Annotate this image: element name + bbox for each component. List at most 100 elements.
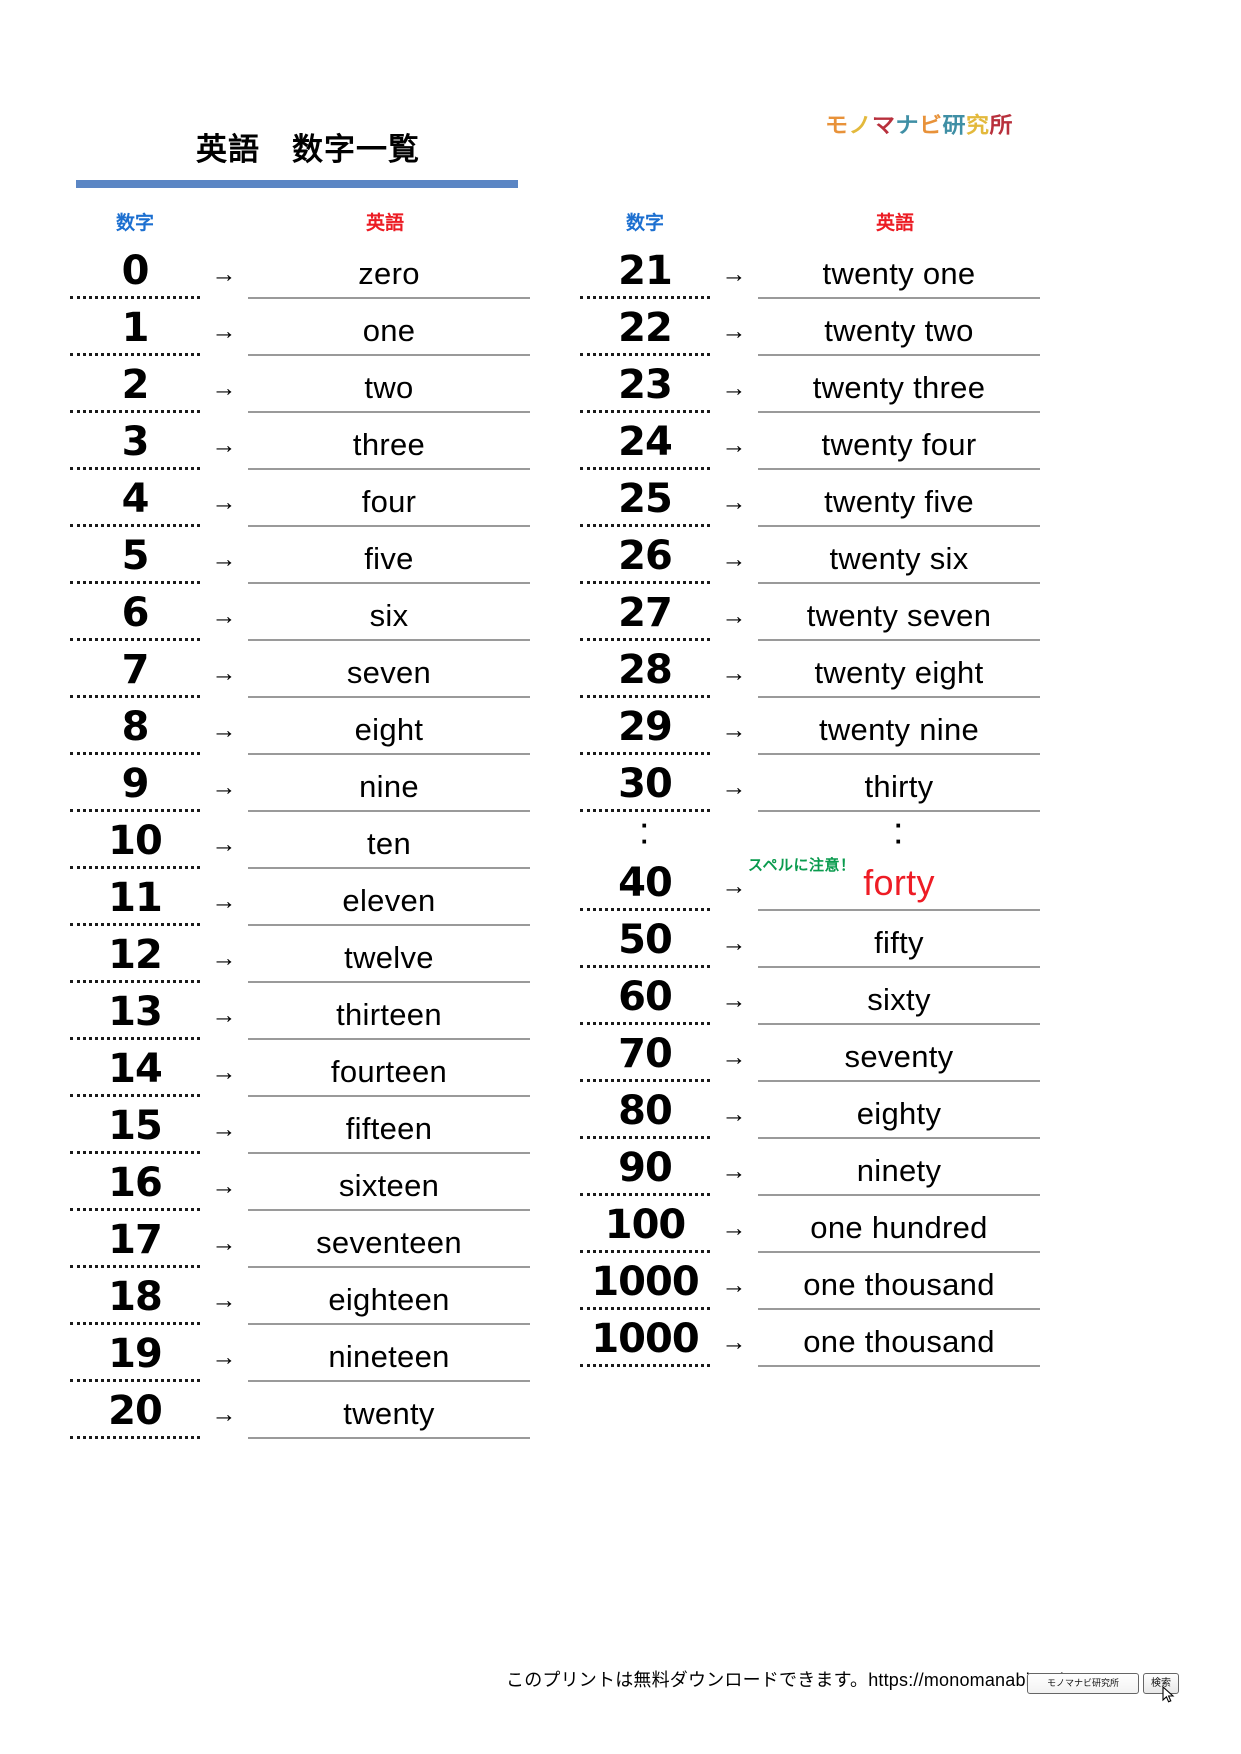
table-row: 100 → one hundred — [580, 1196, 1040, 1253]
arrow-icon: → — [211, 1172, 237, 1200]
cell-number: 5 — [70, 536, 200, 584]
header-label-english: 英語 — [875, 213, 914, 234]
cell-english: twenty eight — [758, 657, 1040, 698]
cell-english: twenty four — [758, 429, 1040, 470]
arrow-icon: → — [211, 431, 237, 459]
arrow-icon: → — [211, 1229, 237, 1257]
header-label-english: 英語 — [365, 213, 404, 234]
cell-number: 7 — [70, 650, 200, 698]
cell-number: 8 — [70, 707, 200, 755]
table-row: 25 → twenty five — [580, 470, 1040, 527]
cell-english: eighty — [758, 1098, 1040, 1139]
brand-char: ビ — [919, 112, 943, 138]
table-row: 1000 → one thousand — [580, 1310, 1040, 1367]
arrow-icon: → — [721, 716, 747, 744]
cell-number: 30 — [580, 764, 710, 812]
arrow-icon: → — [211, 716, 237, 744]
cell-english: one — [248, 315, 530, 356]
arrow-icon: → — [211, 545, 237, 573]
search-widget[interactable]: モノマナビ研究所 検索 — [1027, 1673, 1179, 1703]
cell-number: 15 — [70, 1106, 200, 1154]
brand-char: モ — [825, 112, 849, 138]
table-row: 60 → sixty — [580, 968, 1040, 1025]
column-header-right: 数字 英語 — [580, 196, 1040, 242]
cell-number: 26 — [580, 536, 710, 584]
cell-english: nineteen — [248, 1341, 530, 1382]
arrow-icon: → — [721, 1271, 747, 1299]
table-row: 90 → ninety — [580, 1139, 1040, 1196]
cell-english: nine — [248, 771, 530, 812]
column-header-left: 数字 英語 — [70, 196, 530, 242]
table-row: 27 → twenty seven — [580, 584, 1040, 641]
cell-number: 13 — [70, 992, 200, 1040]
arrow-icon: → — [721, 1043, 747, 1071]
cell-number: 25 — [580, 479, 710, 527]
table-row: 12 → twelve — [70, 926, 530, 983]
cell-english: fourteen — [248, 1056, 530, 1097]
page-footer: このプリントは無料ダウンロードできます。https://monomanabi.c… — [0, 1634, 1241, 1754]
cell-number: 9 — [70, 764, 200, 812]
cell-english: thirty — [758, 771, 1040, 812]
page-header: 英語 数字一覧 モノマナビ研究所 — [0, 0, 1241, 200]
arrow-icon: → — [721, 1328, 747, 1356]
cell-number: 60 — [580, 977, 710, 1025]
arrow-icon: → — [211, 659, 237, 687]
arrow-icon: → — [721, 1100, 747, 1128]
cell-number: 21 — [580, 251, 710, 299]
table-row: 29 → twenty nine — [580, 698, 1040, 755]
table-row: 16 → sixteen — [70, 1154, 530, 1211]
arrow-icon: → — [211, 1001, 237, 1029]
table-row: 22 → twenty two — [580, 299, 1040, 356]
arrow-icon: → — [211, 602, 237, 630]
arrow-icon: → — [211, 1058, 237, 1086]
cell-english: twenty — [248, 1398, 530, 1439]
page-title: 英語 数字一覧 — [196, 132, 420, 167]
cell-english: eight — [248, 714, 530, 755]
table-row: 10 → ten — [70, 812, 530, 869]
arrow-icon: → — [211, 374, 237, 402]
worksheet-page: 英語 数字一覧 モノマナビ研究所 数字 英語 0 → zero 1 → one 2 → two 3… — [0, 0, 1241, 1754]
table-row: 13 → thirteen — [70, 983, 530, 1040]
cell-number: 100 — [580, 1205, 710, 1253]
cell-number: 4 — [70, 479, 200, 527]
cell-number: 20 — [70, 1391, 200, 1439]
cell-number: 19 — [70, 1334, 200, 1382]
table-row: 18 → eighteen — [70, 1268, 530, 1325]
table-row: 30 → thirty — [580, 755, 1040, 812]
arrow-icon: → — [721, 488, 747, 516]
cell-english: twenty seven — [758, 600, 1040, 641]
table-column-right: 数字 英語 21 → twenty one 22 → twenty two 23 → twent… — [580, 196, 1040, 1367]
cell-english: ten — [248, 828, 530, 869]
arrow-icon: → — [721, 1157, 747, 1185]
arrow-icon: → — [721, 773, 747, 801]
arrow-icon: → — [721, 929, 747, 957]
search-input[interactable]: モノマナビ研究所 — [1027, 1673, 1139, 1694]
cell-number: 50 — [580, 920, 710, 968]
table-row: 9 → nine — [70, 755, 530, 812]
ellipsis-english: · · — [894, 809, 904, 856]
cell-number: 23 — [580, 365, 710, 413]
ellipsis-number: · · — [640, 809, 650, 856]
table-row: 23 → twenty three — [580, 356, 1040, 413]
arrow-icon: → — [721, 374, 747, 402]
cell-english: twenty one — [758, 258, 1040, 299]
cell-number: 18 — [70, 1277, 200, 1325]
cell-english: ninety — [758, 1155, 1040, 1196]
table-row-ellipsis: · · · · — [580, 812, 1040, 854]
search-button[interactable]: 検索 — [1143, 1673, 1179, 1703]
arrow-icon: → — [211, 317, 237, 345]
cell-english: three — [248, 429, 530, 470]
arrow-icon: → — [211, 944, 237, 972]
cell-english: four — [248, 486, 530, 527]
cell-number: 70 — [580, 1034, 710, 1082]
brand-logo: モノマナビ研究所 — [825, 107, 1013, 139]
arrow-icon: → — [721, 602, 747, 630]
arrow-icon: → — [211, 1286, 237, 1314]
cell-number: 24 — [580, 422, 710, 470]
cell-english: seven — [248, 657, 530, 698]
cell-number: 28 — [580, 650, 710, 698]
cell-english: seventeen — [248, 1227, 530, 1268]
table-row: 2 → two — [70, 356, 530, 413]
table-row: 4 → four — [70, 470, 530, 527]
table-row: 19 → nineteen — [70, 1325, 530, 1382]
